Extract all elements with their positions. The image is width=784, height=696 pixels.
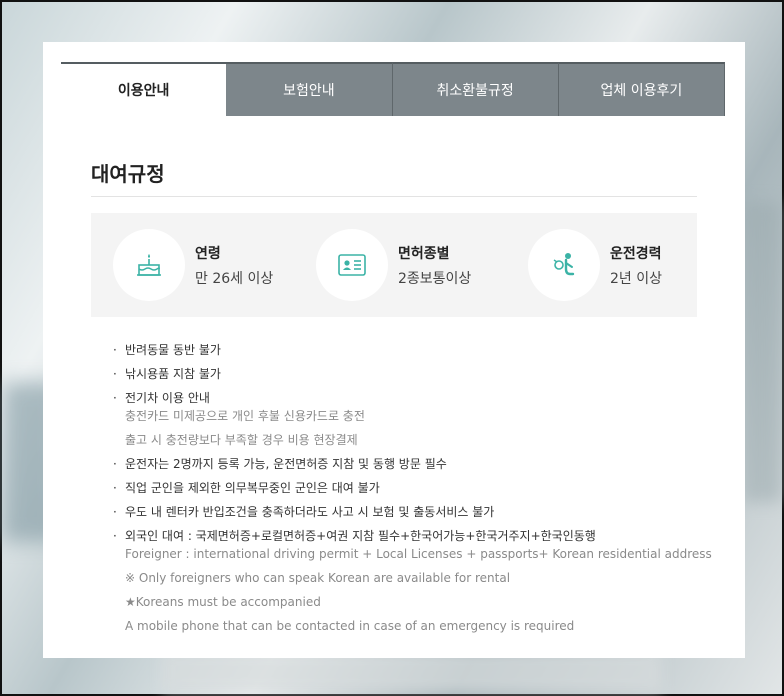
license-card-icon — [338, 254, 366, 276]
rule-item: 우도 내 렌터카 반입조건을 충족하더라도 사고 시 보험 및 출동서비스 불가 — [113, 504, 713, 520]
rule-subtext: 출고 시 충전량보다 부족할 경우 비용 현장결제 — [125, 433, 358, 447]
rule-subtext: Foreigner : international driving permit… — [125, 547, 712, 561]
divider — [91, 196, 697, 197]
summary-label: 운전경력 — [610, 245, 662, 262]
summary-label: 연령 — [195, 245, 221, 262]
license-icon-circle — [316, 229, 388, 301]
background-shape — [162, 652, 662, 692]
summary-item-driving-experience: 운전경력 2년 이상 — [528, 227, 662, 303]
summary-value: 2년 이상 — [610, 270, 662, 287]
tab-bar: 이용안내 보험안내 취소환불규정 업체 이용후기 — [61, 62, 725, 116]
driver-icon-circle — [528, 229, 600, 301]
rule-subtext: A mobile phone that can be contacted in … — [125, 619, 575, 633]
tab-company-reviews[interactable]: 업체 이용후기 — [558, 62, 725, 116]
rule-item: 반려동물 동반 불가 — [113, 342, 713, 358]
rule-item: 외국인 대여 : 국제면허증+로컬면허증+여권 지참 필수+한국어가능+한국거주… — [113, 528, 713, 544]
tab-insurance-guide[interactable]: 보험안내 — [226, 62, 393, 116]
rule-item: 전기차 이용 안내 — [113, 390, 713, 406]
rule-subtext: ※ Only foreigners who can speak Korean a… — [125, 571, 511, 585]
rule-subtext: ★Koreans must be accompanied — [125, 595, 321, 609]
summary-item-license-type: 면허종별 2종보통이상 — [316, 227, 471, 303]
info-card: 이용안내 보험안내 취소환불규정 업체 이용후기 대여규정 연령 만 26세 이… — [43, 42, 745, 658]
summary-label: 면허종별 — [398, 245, 450, 262]
rule-item: 운전자는 2명까지 등록 가능, 운전면허증 지참 및 동행 방문 필수 — [113, 456, 713, 472]
cake-icon-circle — [113, 229, 185, 301]
rule-subtext: 충전카드 미제공으로 개인 후불 신용카드로 충전 — [125, 409, 365, 423]
summary-value: 2종보통이상 — [398, 270, 472, 287]
section-title: 대여규정 — [91, 162, 165, 186]
tab-usage-guide[interactable]: 이용안내 — [61, 62, 227, 116]
background-shape — [742, 202, 782, 502]
summary-value: 만 26세 이상 — [195, 270, 274, 287]
summary-item-age: 연령 만 26세 이상 — [113, 227, 273, 303]
driver-icon — [553, 253, 575, 276]
rental-requirements-summary: 연령 만 26세 이상 면허종별 2종보통이상 운전경력 2년 이상 — [91, 213, 697, 317]
rule-item: 직업 군인을 제외한 의무복무중인 군인은 대여 불가 — [113, 480, 713, 496]
rental-rules-list: 반려동물 동반 불가 낚시용품 지참 불가 전기차 이용 안내 충전카드 미제공… — [113, 342, 713, 642]
tab-cancel-refund-policy[interactable]: 취소환불규정 — [392, 62, 559, 116]
rule-item: 낚시용품 지참 불가 — [113, 366, 713, 382]
cake-icon — [137, 254, 161, 276]
